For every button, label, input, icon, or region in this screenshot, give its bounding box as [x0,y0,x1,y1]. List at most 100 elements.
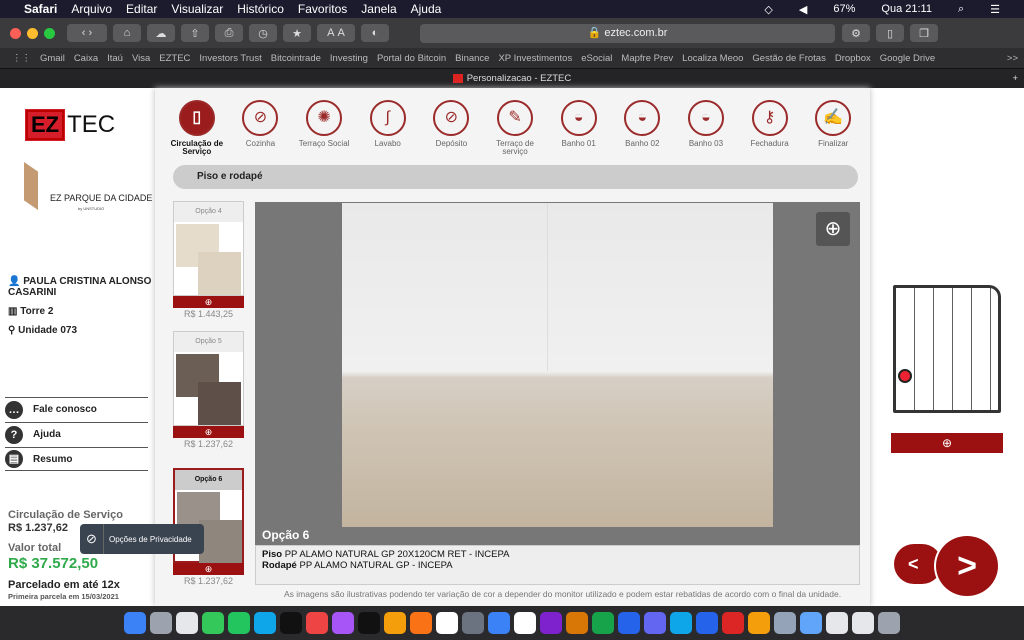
menu-janela[interactable]: Janela [361,2,396,16]
menu-editar[interactable]: Editar [126,2,157,16]
home-icon[interactable]: ⌂ [113,24,141,42]
option-zoom-button[interactable]: ⊕ [173,426,244,438]
address-bar[interactable]: 🔒 eztec.com.br [420,24,835,43]
zoom-window-button[interactable] [44,27,55,39]
dock-app-icon[interactable] [670,612,692,634]
nav-item-3[interactable]: ∫ Lavabo [356,98,420,160]
option-zoom-button[interactable]: ⊕ [173,296,244,308]
dock-app-icon[interactable] [462,612,484,634]
option-card[interactable]: Opção 4 ⊕ R$ 1.443,25 [173,201,244,319]
minimize-window-button[interactable] [27,27,38,39]
bookmark-2[interactable]: Itaú [107,53,123,64]
dock-app-icon[interactable] [748,612,770,634]
bookmark-4[interactable]: EZTEC [159,53,190,64]
battery-percent[interactable]: 67% [833,3,855,15]
sidebar-icon[interactable]: ▯ [876,24,904,42]
menu-historico[interactable]: Histórico [237,2,284,16]
bookmark-10[interactable]: XP Investimentos [498,53,572,64]
dock-app-icon[interactable] [254,612,276,634]
nav-item-4[interactable]: ⊘ Depósito [420,98,484,160]
bookmark-13[interactable]: Localiza Meoo [682,53,743,64]
dock-app-icon[interactable] [176,612,198,634]
nav-item-8[interactable]: ◒ Banho 03 [674,98,738,160]
dock-app-icon[interactable] [878,612,900,634]
dock-app-icon[interactable] [826,612,848,634]
option-swatch[interactable]: Opção 5 [173,331,244,426]
dock-app-icon[interactable] [696,612,718,634]
dock-app-icon[interactable] [488,612,510,634]
next-button[interactable]: > [934,534,1000,598]
bookmark-8[interactable]: Portal do Bitcoin [377,53,446,64]
nav-item-10[interactable]: ✍ Finalizar [801,98,865,160]
floor-plan-zoom-button[interactable]: ⊕ [891,433,1003,453]
bookmark-6[interactable]: Bitcointrade [271,53,321,64]
bookmark-9[interactable]: Binance [455,53,489,64]
bookmark-15[interactable]: Dropbox [835,53,871,64]
font-size-buttons[interactable]: A A [317,24,355,42]
wifi-icon[interactable]: ◇ [764,3,772,16]
volume-icon[interactable]: ◀ [799,3,807,16]
option-zoom-button[interactable]: ⊕ [173,563,244,575]
menu-safari[interactable]: Safari [24,2,57,16]
share-icon[interactable]: ⇧ [181,24,209,42]
zoom-in-icon[interactable]: ⊕ [816,212,850,246]
dock-app-icon[interactable] [644,612,666,634]
summary-link[interactable]: ▤ Resumo [5,447,148,471]
nav-item-7[interactable]: ◒ Banho 02 [610,98,674,160]
bookmark-12[interactable]: Mapfre Prev [621,53,673,64]
bookmark-7[interactable]: Investing [330,53,368,64]
grid-icon[interactable]: ⋮⋮ [12,53,31,64]
tabs-overview-icon[interactable]: ❐ [910,24,938,42]
nav-item-5[interactable]: ✎ Terraço de serviço [483,98,547,160]
settings-gear-icon[interactable]: ⚙ [842,24,870,42]
spotlight-icon[interactable]: ⌕ [958,3,964,16]
dock-app-icon[interactable] [774,612,796,634]
nav-item-6[interactable]: ◒ Banho 01 [547,98,611,160]
tab-title[interactable]: Personalizacao - EZTEC [467,73,572,84]
dock-app-icon[interactable] [384,612,406,634]
dock-app-icon[interactable] [202,612,224,634]
dock-app-icon[interactable] [436,612,458,634]
dock-app-icon[interactable] [280,612,302,634]
dock-app-icon[interactable] [150,612,172,634]
bookmark-11[interactable]: eSocial [581,53,612,64]
bookmark-icon[interactable]: ★ [283,24,311,42]
dock-app-icon[interactable] [592,612,614,634]
clock[interactable]: Qua 21:11 [881,3,932,15]
bookmark-1[interactable]: Caixa [74,53,98,64]
url-text[interactable]: eztec.com.br [604,27,667,39]
nav-item-2[interactable]: ✺ Terraço Social [292,98,356,160]
dock-app-icon[interactable] [566,612,588,634]
control-center-icon[interactable]: ☰ [990,3,1000,16]
dock-app-icon[interactable] [358,612,380,634]
bookmark-3[interactable]: Visa [132,53,150,64]
contact-link[interactable]: … Fale conosco [5,397,148,421]
dock-app-icon[interactable] [800,612,822,634]
help-link[interactable]: ? Ajuda [5,422,148,446]
bookmark-0[interactable]: Gmail [40,53,65,64]
option-swatch[interactable]: Opção 4 [173,201,244,296]
nav-item-0[interactable]: ▯ Circulação de Serviço [165,98,229,160]
bookmark-5[interactable]: Investors Trust [199,53,261,64]
shield-icon[interactable]: ◐ [361,24,389,42]
category-header[interactable]: Piso e rodapé [173,165,858,189]
menu-visualizar[interactable]: Visualizar [171,2,223,16]
dock-app-icon[interactable] [852,612,874,634]
dock-app-icon[interactable] [514,612,536,634]
font-larger[interactable]: A [338,27,345,39]
option-card[interactable]: Opção 5 ⊕ R$ 1.237,62 [173,331,244,449]
dock-app-icon[interactable] [540,612,562,634]
new-tab-button[interactable]: + [1012,73,1018,84]
print-icon[interactable]: ⎙ [215,24,243,42]
dock-app-icon[interactable] [124,612,146,634]
floor-plan[interactable] [893,285,1001,413]
menu-arquivo[interactable]: Arquivo [71,2,112,16]
cloud-icon[interactable]: ☁ [147,24,175,42]
history-icon[interactable]: ◷ [249,24,277,42]
privacy-options-button[interactable]: ⊘ Opções de Privacidade [80,524,204,554]
dock-app-icon[interactable] [618,612,640,634]
dock-app-icon[interactable] [722,612,744,634]
dock-app-icon[interactable] [228,612,250,634]
menu-ajuda[interactable]: Ajuda [411,2,442,16]
dock-app-icon[interactable] [410,612,432,634]
